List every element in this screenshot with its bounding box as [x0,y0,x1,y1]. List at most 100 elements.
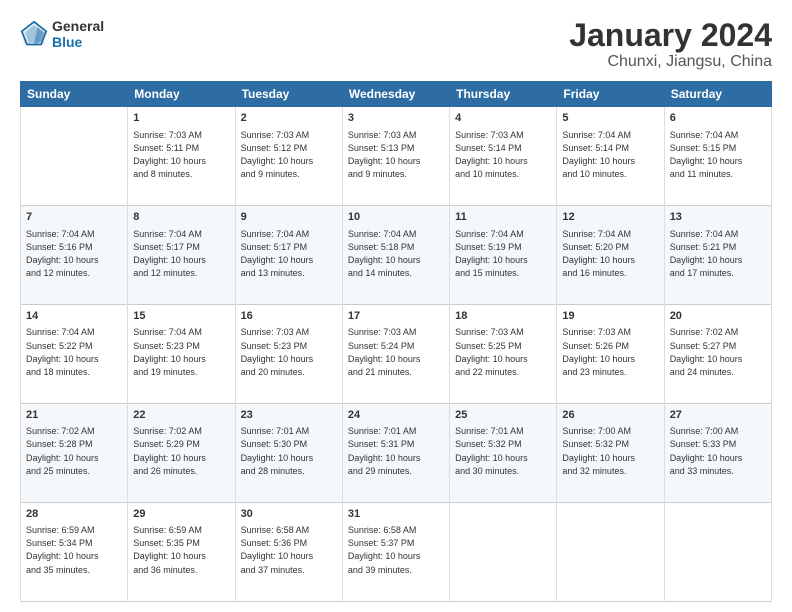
cell-content: Sunrise: 7:04 AM Sunset: 5:19 PM Dayligh… [455,228,551,280]
cell-content: Sunrise: 7:00 AM Sunset: 5:32 PM Dayligh… [562,425,658,477]
day-number: 10 [348,210,444,225]
page-subtitle: Chunxi, Jiangsu, China [569,53,772,71]
calendar-cell [557,503,664,602]
calendar-cell: 2Sunrise: 7:03 AM Sunset: 5:12 PM Daylig… [235,107,342,206]
table-row: 1 Sunrise: 7:03 AM Sunset: 5:11 PM Daylig… [21,107,772,206]
calendar-cell: 15 Sunrise: 7:04 AM Sunset: 5:23 PM Dayli… [128,305,235,404]
calendar-cell [21,107,128,206]
logo-line2: Blue [52,34,104,50]
page-title: January 2024 [569,18,772,53]
calendar-cell: 5 Sunrise: 7:04 AM Sunset: 5:14 PM Daylig… [557,107,664,206]
table-row: 14 Sunrise: 7:04 AM Sunset: 5:22 PM Dayli… [21,305,772,404]
day-number: 5 [562,111,658,126]
day-number: 15 [133,309,229,324]
header-row: SundayMondayTuesdayWednesdayThursdayFrid… [21,82,772,107]
cell-content: Sunrise: 7:02 AM Sunset: 5:27 PM Dayligh… [670,326,766,378]
col-header-thursday: Thursday [450,82,557,107]
day-number: 2 [241,111,337,126]
logo-line1: General [52,18,104,34]
calendar-cell: 11Sunrise: 7:04 AM Sunset: 5:19 PM Dayli… [450,206,557,305]
cell-content: Sunrise: 6:58 AM Sunset: 5:37 PM Dayligh… [348,524,444,576]
page: General Blue January 2024 Chunxi, Jiangs… [0,0,792,612]
logo-icon [20,20,48,48]
day-number: 7 [26,210,122,225]
col-header-sunday: Sunday [21,82,128,107]
day-number: 28 [26,507,122,522]
cell-content: Sunrise: 7:04 AM Sunset: 5:17 PM Dayligh… [133,228,229,280]
cell-content: Sunrise: 7:04 AM Sunset: 5:21 PM Dayligh… [670,228,766,280]
calendar-cell: 24Sunrise: 7:01 AM Sunset: 5:31 PM Dayli… [342,404,449,503]
cell-content: Sunrise: 6:58 AM Sunset: 5:36 PM Dayligh… [241,524,337,576]
calendar-cell: 29Sunrise: 6:59 AM Sunset: 5:35 PM Dayli… [128,503,235,602]
table-row: 21Sunrise: 7:02 AM Sunset: 5:28 PM Dayli… [21,404,772,503]
calendar-cell: 26 Sunrise: 7:00 AM Sunset: 5:32 PM Dayli… [557,404,664,503]
cell-content: Sunrise: 7:03 AM Sunset: 5:23 PM Dayligh… [241,326,337,378]
cell-content: Sunrise: 6:59 AM Sunset: 5:35 PM Dayligh… [133,524,229,576]
cell-content: Sunrise: 7:04 AM Sunset: 5:20 PM Dayligh… [562,228,658,280]
day-number: 3 [348,111,444,126]
calendar-cell: 7Sunrise: 7:04 AM Sunset: 5:16 PM Daylig… [21,206,128,305]
calendar-cell: 6 Sunrise: 7:04 AM Sunset: 5:15 PM Daylig… [664,107,771,206]
calendar-cell: 1 Sunrise: 7:03 AM Sunset: 5:11 PM Daylig… [128,107,235,206]
table-body: 1 Sunrise: 7:03 AM Sunset: 5:11 PM Daylig… [21,107,772,602]
cell-content: Sunrise: 7:02 AM Sunset: 5:29 PM Dayligh… [133,425,229,477]
header: General Blue January 2024 Chunxi, Jiangs… [20,18,772,71]
calendar-cell: 20 Sunrise: 7:02 AM Sunset: 5:27 PM Dayli… [664,305,771,404]
col-header-wednesday: Wednesday [342,82,449,107]
day-number: 30 [241,507,337,522]
cell-content: Sunrise: 7:03 AM Sunset: 5:11 PM Dayligh… [133,129,229,181]
calendar-cell: 22Sunrise: 7:02 AM Sunset: 5:29 PM Dayli… [128,404,235,503]
cell-content: Sunrise: 7:04 AM Sunset: 5:22 PM Dayligh… [26,326,122,378]
cell-content: Sunrise: 7:04 AM Sunset: 5:14 PM Dayligh… [562,129,658,181]
calendar-cell: 12 Sunrise: 7:04 AM Sunset: 5:20 PM Dayli… [557,206,664,305]
cell-content: Sunrise: 7:03 AM Sunset: 5:25 PM Dayligh… [455,326,551,378]
day-number: 26 [562,408,658,423]
cell-content: Sunrise: 7:03 AM Sunset: 5:14 PM Dayligh… [455,129,551,181]
day-number: 25 [455,408,551,423]
calendar-cell: 21Sunrise: 7:02 AM Sunset: 5:28 PM Dayli… [21,404,128,503]
calendar-cell: 23Sunrise: 7:01 AM Sunset: 5:30 PM Dayli… [235,404,342,503]
day-number: 16 [241,309,337,324]
day-number: 20 [670,309,766,324]
cell-content: Sunrise: 7:03 AM Sunset: 5:26 PM Dayligh… [562,326,658,378]
day-number: 14 [26,309,122,324]
col-header-monday: Monday [128,82,235,107]
table-row: 28 Sunrise: 6:59 AM Sunset: 5:34 PM Dayli… [21,503,772,602]
day-number: 1 [133,111,229,126]
calendar-cell: 18 Sunrise: 7:03 AM Sunset: 5:25 PM Dayli… [450,305,557,404]
calendar-cell: 4 Sunrise: 7:03 AM Sunset: 5:14 PM Daylig… [450,107,557,206]
day-number: 4 [455,111,551,126]
col-header-tuesday: Tuesday [235,82,342,107]
calendar-cell: 3Sunrise: 7:03 AM Sunset: 5:13 PM Daylig… [342,107,449,206]
cell-content: Sunrise: 7:03 AM Sunset: 5:24 PM Dayligh… [348,326,444,378]
cell-content: Sunrise: 7:01 AM Sunset: 5:30 PM Dayligh… [241,425,337,477]
calendar-cell: 13 Sunrise: 7:04 AM Sunset: 5:21 PM Dayli… [664,206,771,305]
cell-content: Sunrise: 7:04 AM Sunset: 5:17 PM Dayligh… [241,228,337,280]
cell-content: Sunrise: 7:04 AM Sunset: 5:23 PM Dayligh… [133,326,229,378]
cell-content: Sunrise: 7:00 AM Sunset: 5:33 PM Dayligh… [670,425,766,477]
day-number: 17 [348,309,444,324]
calendar-cell: 16 Sunrise: 7:03 AM Sunset: 5:23 PM Dayli… [235,305,342,404]
cell-content: Sunrise: 7:04 AM Sunset: 5:15 PM Dayligh… [670,129,766,181]
calendar-cell: 27 Sunrise: 7:00 AM Sunset: 5:33 PM Dayli… [664,404,771,503]
day-number: 18 [455,309,551,324]
day-number: 8 [133,210,229,225]
logo-text: General Blue [52,18,104,50]
calendar-cell [664,503,771,602]
day-number: 12 [562,210,658,225]
calendar-cell: 28 Sunrise: 6:59 AM Sunset: 5:34 PM Dayli… [21,503,128,602]
day-number: 31 [348,507,444,522]
day-number: 6 [670,111,766,126]
col-header-saturday: Saturday [664,82,771,107]
day-number: 24 [348,408,444,423]
day-number: 13 [670,210,766,225]
calendar-cell: 25Sunrise: 7:01 AM Sunset: 5:32 PM Dayli… [450,404,557,503]
cell-content: Sunrise: 7:02 AM Sunset: 5:28 PM Dayligh… [26,425,122,477]
title-block: January 2024 Chunxi, Jiangsu, China [569,18,772,71]
day-number: 27 [670,408,766,423]
calendar-cell [450,503,557,602]
day-number: 9 [241,210,337,225]
calendar-cell: 30 Sunrise: 6:58 AM Sunset: 5:36 PM Dayli… [235,503,342,602]
cell-content: Sunrise: 6:59 AM Sunset: 5:34 PM Dayligh… [26,524,122,576]
calendar-cell: 14 Sunrise: 7:04 AM Sunset: 5:22 PM Dayli… [21,305,128,404]
